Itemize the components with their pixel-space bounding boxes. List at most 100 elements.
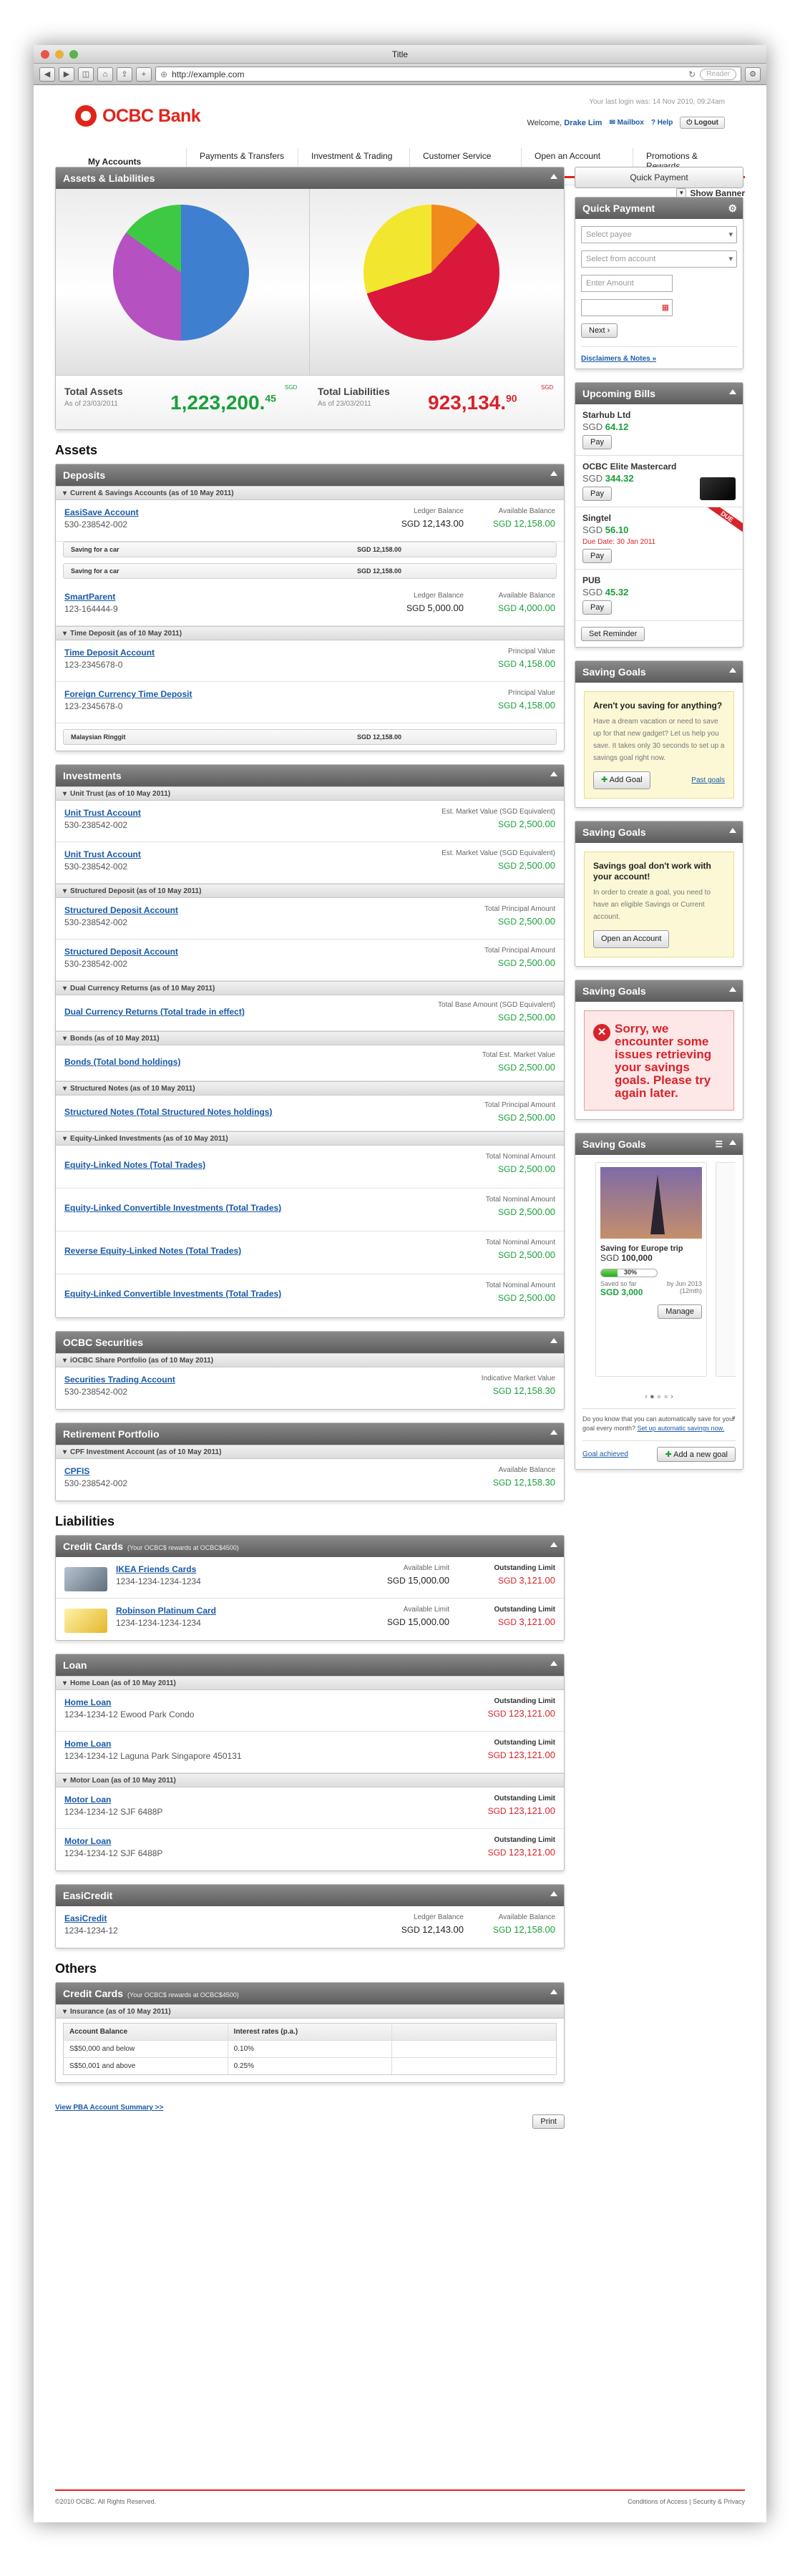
share-icon[interactable]: ⇪ [117, 67, 132, 82]
account-link[interactable]: EasiCredit [64, 1913, 555, 1923]
help-link[interactable]: ? Help [651, 119, 673, 127]
add-icon[interactable]: + [136, 67, 152, 82]
account-link[interactable]: Equity-Linked Convertible Investments (T… [64, 1203, 555, 1213]
user-name[interactable]: Drake Lim [564, 119, 602, 127]
collapse-icon[interactable] [550, 1542, 558, 1549]
value-amount: 2,500.00 [519, 957, 555, 968]
account-link[interactable]: Reverse Equity-Linked Notes (Total Trade… [64, 1246, 555, 1256]
close-window-icon[interactable] [41, 50, 49, 59]
ocbc-logo[interactable]: OCBC Bank [75, 105, 201, 127]
address-bar[interactable]: ⊕ http://example.com ↻ Reader [155, 67, 741, 82]
card-link[interactable]: IKEA Friends Cards [116, 1564, 555, 1574]
date-input[interactable]: ▦ [581, 299, 673, 316]
sd-subheader[interactable]: Structured Deposit (as of 10 May 2011) [56, 884, 564, 898]
casa-subheader[interactable]: Current & Savings Accounts (as of 10 May… [56, 486, 564, 500]
collapse-icon[interactable] [728, 987, 737, 994]
home-loan-subheader[interactable]: Home Loan (as of 10 May 2011) [56, 1676, 564, 1690]
collapse-icon[interactable] [550, 1661, 558, 1668]
calendar-icon[interactable]: ▦ [662, 300, 669, 316]
collapse-icon[interactable] [728, 389, 737, 396]
gear-icon[interactable]: ⚙ [728, 197, 737, 219]
back-icon[interactable]: ◀ [39, 67, 55, 82]
reader-button[interactable]: Reader [700, 68, 736, 80]
value-block: Total Nominal Amount SGD 2,500.00 [485, 1196, 555, 1217]
auto-save-link[interactable]: Set up automatic savings now. [638, 1425, 725, 1432]
collapse-icon[interactable] [728, 828, 737, 835]
manage-button[interactable]: Manage [658, 1304, 702, 1319]
outstanding-limit: Outstanding Limit SGD 3,121.00 [494, 1564, 555, 1586]
account-link[interactable]: SmartParent [64, 592, 555, 602]
carousel-dot[interactable]: ● [650, 1392, 655, 1401]
list-view-icon[interactable]: ☰ [715, 1133, 723, 1155]
carousel-dot[interactable]: ● [657, 1392, 662, 1401]
loan-link[interactable]: Motor Loan [64, 1795, 555, 1805]
pba-summary-link[interactable]: View PBA Account Summary >> [55, 2104, 163, 2112]
add-new-goal-button[interactable]: ✚ Add a new goal [657, 1447, 736, 1462]
logout-button[interactable]: ⏻ Logout [680, 117, 725, 129]
pay-button[interactable]: Pay [582, 600, 612, 615]
loan-link[interactable]: Home Loan [64, 1739, 555, 1749]
pay-button[interactable]: Pay [582, 487, 612, 501]
print-button[interactable]: Print [532, 2114, 565, 2129]
payee-select[interactable]: Select payee [581, 226, 737, 243]
past-goals-link[interactable]: Past goals [691, 774, 725, 786]
collapse-icon[interactable] [550, 771, 558, 779]
collapse-icon[interactable] [550, 1891, 558, 1898]
account-link[interactable]: Time Deposit Account [64, 648, 555, 658]
from-account-select[interactable]: Select from account [581, 250, 737, 268]
motor-loan-subheader[interactable]: Motor Loan (as of 10 May 2011) [56, 1773, 564, 1787]
bonds-subheader[interactable]: Bonds (as of 10 May 2011) [56, 1031, 564, 1045]
add-goal-button[interactable]: ✚ Add Goal [593, 771, 650, 789]
account-link[interactable]: CPFIS [64, 1466, 555, 1476]
loan-link[interactable]: Motor Loan [64, 1836, 555, 1846]
share-portfolio-subheader[interactable]: iOCBC Share Portfolio (as of 10 May 2011… [56, 1353, 564, 1367]
td-subheader[interactable]: Time Deposit (as of 10 May 2011) [56, 626, 564, 640]
account-link[interactable]: Structured Deposit Account [64, 905, 555, 915]
goal-card[interactable]: Saving for Europe trip SGD 100,000 30% S… [595, 1162, 707, 1377]
home-icon[interactable]: ⌂ [97, 67, 113, 82]
account-link[interactable]: Equity-Linked Notes (Total Trades) [64, 1160, 555, 1170]
sidebar-icon[interactable]: ◫ [78, 67, 94, 82]
account-link[interactable]: Structured Notes (Total Structured Notes… [64, 1107, 555, 1117]
minimize-window-icon[interactable] [55, 50, 64, 59]
loan-link[interactable]: Home Loan [64, 1697, 555, 1707]
collapse-icon[interactable] [550, 471, 558, 478]
carousel-dot[interactable]: ● [663, 1392, 668, 1401]
collapse-icon[interactable] [728, 668, 737, 675]
amount-input[interactable]: Enter Amount [581, 275, 673, 292]
goal-achieved-link[interactable]: Goal achieved [582, 1450, 628, 1458]
zoom-window-icon[interactable] [69, 50, 78, 59]
close-icon[interactable]: × [732, 1413, 736, 1423]
pay-button[interactable]: Pay [582, 435, 612, 449]
mailbox-link[interactable]: ✉ Mailbox [609, 119, 643, 127]
next-button[interactable]: Next › [581, 323, 618, 338]
account-link[interactable]: Foreign Currency Time Deposit [64, 689, 555, 699]
prev-icon[interactable]: ‹ [645, 1392, 648, 1401]
insurance-subheader[interactable]: Insurance (as of 10 May 2011) [56, 2004, 564, 2019]
card-link[interactable]: Robinson Platinum Card [116, 1606, 555, 1616]
footer-links[interactable]: Conditions of Access | Security & Privac… [628, 2498, 745, 2505]
sn-subheader[interactable]: Structured Notes (as of 10 May 2011) [56, 1081, 564, 1096]
cpf-subheader[interactable]: CPF Investment Account (as of 10 May 201… [56, 1445, 564, 1459]
goal-card-next[interactable] [716, 1162, 736, 1377]
account-link[interactable]: Equity-Linked Convertible Investments (T… [64, 1289, 555, 1299]
set-reminder-button[interactable]: Set Reminder [581, 627, 645, 641]
collapse-icon[interactable] [728, 1140, 737, 1147]
ut-subheader[interactable]: Unit Trust (as of 10 May 2011) [56, 786, 564, 801]
quick-payment-button[interactable]: Quick Payment [575, 167, 743, 188]
collapse-icon[interactable] [550, 174, 558, 181]
eli-subheader[interactable]: Equity-Linked Investments (as of 10 May … [56, 1131, 564, 1146]
forward-icon[interactable]: ▶ [59, 67, 74, 82]
collapse-icon[interactable] [550, 1989, 558, 1996]
disclaimers-link[interactable]: Disclaimers & Notes » [581, 355, 656, 363]
dcr-subheader[interactable]: Dual Currency Returns (as of 10 May 2011… [56, 981, 564, 995]
account-link[interactable]: Structured Deposit Account [64, 947, 555, 957]
open-account-button[interactable]: Open an Account [593, 930, 670, 948]
reload-icon[interactable]: ↻ [688, 69, 696, 79]
pay-button[interactable]: Pay [582, 549, 612, 563]
account-link[interactable]: EasiSave Account [64, 507, 555, 517]
collapse-icon[interactable] [550, 1430, 558, 1437]
next-icon[interactable]: › [670, 1392, 673, 1401]
settings-icon[interactable]: ⚙ [745, 67, 761, 82]
collapse-icon[interactable] [550, 1338, 558, 1345]
